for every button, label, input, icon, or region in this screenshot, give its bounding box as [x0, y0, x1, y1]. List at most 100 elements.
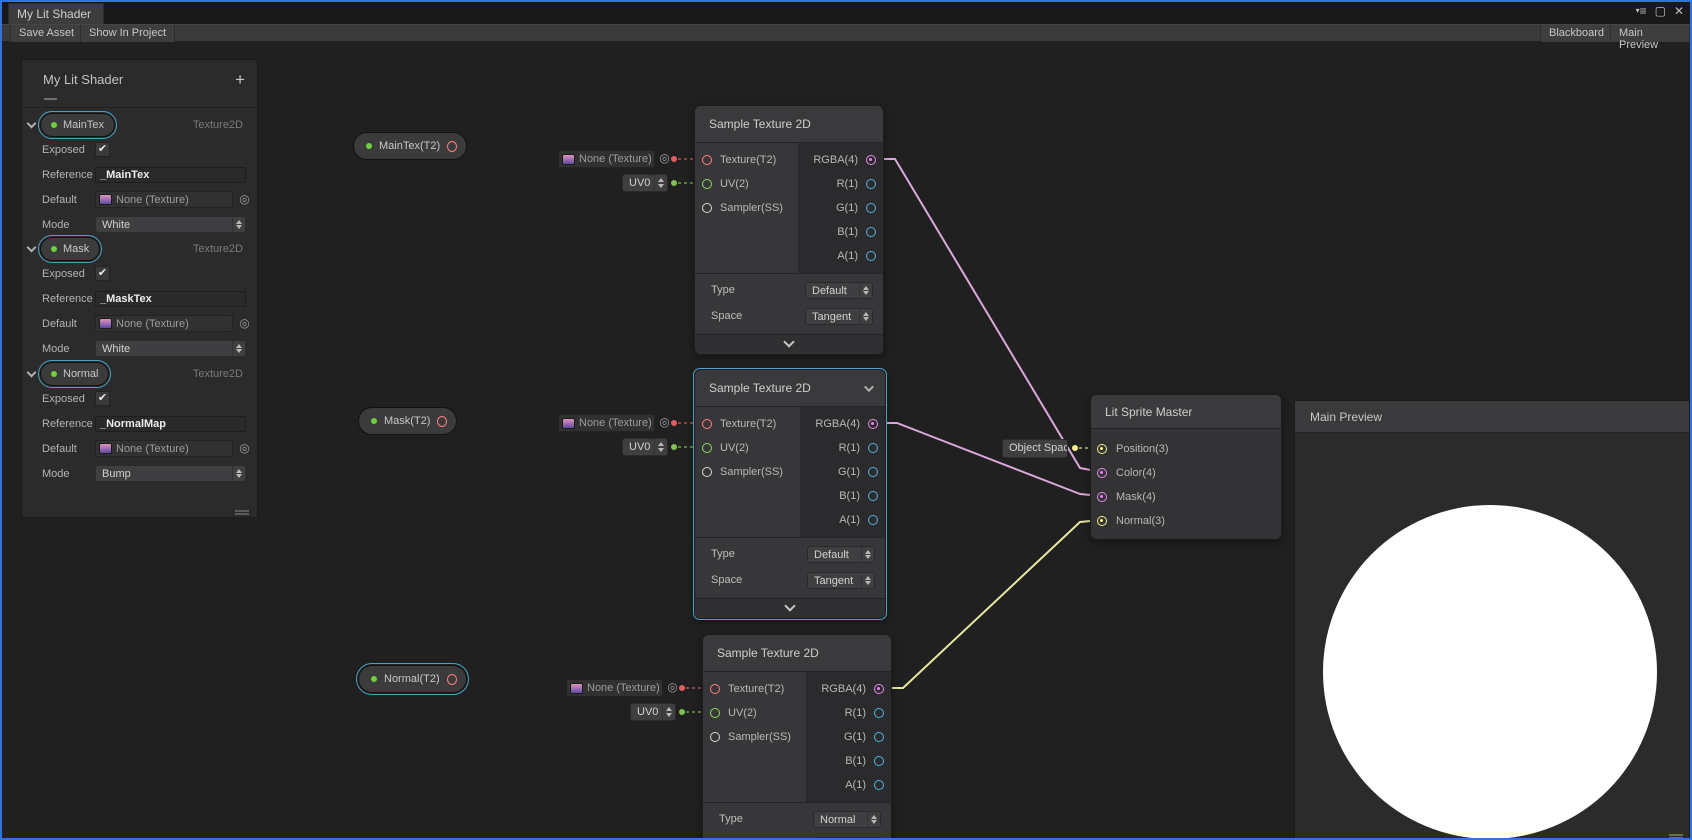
property-pill-mask[interactable]: Mask: [40, 237, 100, 261]
chevron-down-icon[interactable]: [27, 368, 37, 378]
port-r-output[interactable]: [866, 179, 876, 189]
port-sampler-input[interactable]: [710, 732, 720, 742]
chevron-down-icon[interactable]: [27, 119, 37, 129]
mode-dropdown[interactable]: White: [95, 216, 246, 233]
save-asset-button[interactable]: Save Asset: [10, 25, 83, 42]
port-a-output[interactable]: [866, 251, 876, 261]
port-normal-input[interactable]: [1097, 516, 1107, 526]
port-b-output[interactable]: [866, 227, 876, 237]
position-space-dropdown[interactable]: Object Space: [1002, 439, 1068, 458]
preview-resize-grip[interactable]: [1669, 834, 1683, 836]
type-dropdown[interactable]: Normal: [813, 811, 881, 828]
preview-expander[interactable]: [695, 334, 883, 354]
port-r-output[interactable]: [868, 443, 878, 453]
type-dropdown[interactable]: Default: [807, 546, 875, 563]
tab-my-lit-shader[interactable]: My Lit Shader: [8, 3, 104, 24]
type-dropdown[interactable]: Default: [805, 282, 873, 299]
property-pill-normal[interactable]: Normal: [40, 362, 109, 386]
chevron-down-icon[interactable]: [864, 382, 874, 392]
property-node-maintex[interactable]: MainTex(T2): [353, 132, 467, 160]
port-a-output[interactable]: [874, 780, 884, 790]
preview-expander[interactable]: [695, 598, 885, 618]
sample-texture-2d-node-normal[interactable]: Sample Texture 2D Texture(T2) UV(2) Samp…: [702, 634, 892, 840]
exposed-checkbox[interactable]: ✔: [95, 391, 110, 406]
port-texture-input[interactable]: [710, 684, 720, 694]
window-menu-icon[interactable]: ▾≡: [1636, 4, 1647, 18]
port-position-input[interactable]: [1097, 444, 1107, 454]
node-title[interactable]: Lit Sprite Master: [1091, 395, 1281, 429]
port-texture-input[interactable]: [702, 155, 712, 165]
reference-label: Reference: [42, 293, 93, 305]
default-texture-field[interactable]: None (Texture): [95, 315, 233, 332]
space-dropdown[interactable]: Tangent: [805, 308, 873, 325]
sample-texture-2d-node[interactable]: Sample Texture 2D Texture(T2) UV(2) Samp…: [694, 105, 884, 355]
exposed-checkbox[interactable]: ✔: [95, 266, 110, 281]
object-picker-icon[interactable]: ◎: [238, 442, 251, 455]
show-in-project-button[interactable]: Show In Project: [80, 25, 175, 42]
port-b-output[interactable]: [868, 491, 878, 501]
port-g-output[interactable]: [866, 203, 876, 213]
property-node-normal[interactable]: Normal(T2): [358, 665, 467, 693]
node-title[interactable]: Sample Texture 2D: [695, 370, 885, 407]
port-color-input[interactable]: [1097, 468, 1107, 478]
object-picker-icon[interactable]: ◎: [238, 317, 251, 330]
object-picker-icon[interactable]: ◎: [238, 193, 251, 206]
texture-default-field[interactable]: None (Texture): [558, 414, 655, 432]
texture-default-field[interactable]: None (Texture): [558, 150, 655, 168]
object-picker-icon[interactable]: ◎: [666, 681, 679, 694]
default-texture-field[interactable]: None (Texture): [95, 191, 233, 208]
port-a-output[interactable]: [868, 515, 878, 525]
port-texture-output[interactable]: [447, 674, 457, 685]
mode-dropdown[interactable]: Bump: [95, 465, 246, 482]
lit-sprite-master-node[interactable]: Lit Sprite Master Position(3) Color(4) M…: [1090, 394, 1282, 540]
port-mask-input[interactable]: [1097, 492, 1107, 502]
main-preview-viewport[interactable]: [1295, 433, 1689, 839]
main-preview-toggle-button[interactable]: Main Preview: [1610, 25, 1690, 42]
texture-default-field[interactable]: None (Texture): [566, 679, 663, 697]
property-node-mask[interactable]: Mask(T2): [358, 407, 457, 435]
sample-texture-2d-node-selected[interactable]: Sample Texture 2D Texture(T2) UV(2) Samp…: [694, 369, 886, 619]
object-picker-icon[interactable]: ◎: [658, 416, 671, 429]
port-uv-input[interactable]: [702, 443, 712, 453]
port-texture-output[interactable]: [447, 141, 457, 152]
uv-channel-dropdown[interactable]: UV0: [622, 438, 668, 456]
wire-mask-rgba-to-mask[interactable]: [875, 423, 1101, 496]
default-texture-field[interactable]: None (Texture): [95, 440, 233, 457]
reference-input[interactable]: _MainTex: [95, 167, 246, 183]
wire-maintex-rgba-to-color[interactable]: [873, 159, 1101, 472]
port-texture-output[interactable]: [437, 416, 447, 427]
wire-normal-rgba-to-normal[interactable]: [881, 520, 1101, 688]
dropdown-arrows-icon: [859, 283, 872, 298]
exposed-checkbox[interactable]: ✔: [95, 142, 110, 157]
port-sampler-input[interactable]: [702, 203, 712, 213]
port-rgba-output[interactable]: [868, 419, 878, 429]
reference-input[interactable]: _NormalMap: [95, 416, 246, 432]
space-dropdown[interactable]: Tangent: [807, 572, 875, 589]
port-texture-input[interactable]: [702, 419, 712, 429]
window-maximize-icon[interactable]: ▢: [1655, 4, 1666, 18]
port-r-output[interactable]: [874, 708, 884, 718]
uv-channel-dropdown[interactable]: UV0: [630, 703, 676, 721]
port-uv-input[interactable]: [702, 179, 712, 189]
chevron-down-icon: [784, 600, 795, 611]
mode-dropdown[interactable]: White: [95, 340, 246, 357]
reference-input[interactable]: _MaskTex: [95, 291, 246, 307]
port-g-output[interactable]: [874, 732, 884, 742]
port-uv-input[interactable]: [710, 708, 720, 718]
port-sampler-input[interactable]: [702, 467, 712, 477]
port-rgba-output[interactable]: [866, 155, 876, 165]
window-close-icon[interactable]: ✕: [1674, 4, 1684, 18]
main-preview-title[interactable]: Main Preview: [1295, 401, 1689, 433]
chevron-down-icon[interactable]: [27, 243, 37, 253]
port-rgba-output[interactable]: [874, 684, 884, 694]
blackboard-resize-grip[interactable]: [235, 510, 249, 512]
node-title[interactable]: Sample Texture 2D: [703, 635, 891, 672]
add-property-button[interactable]: +: [235, 70, 245, 90]
uv-channel-dropdown[interactable]: UV0: [622, 174, 668, 192]
object-picker-icon[interactable]: ◎: [658, 152, 671, 165]
blackboard-toggle-button[interactable]: Blackboard: [1540, 25, 1613, 42]
port-g-output[interactable]: [868, 467, 878, 477]
node-title[interactable]: Sample Texture 2D: [695, 106, 883, 143]
port-b-output[interactable]: [874, 756, 884, 766]
property-pill-maintex[interactable]: MainTex: [40, 113, 115, 137]
